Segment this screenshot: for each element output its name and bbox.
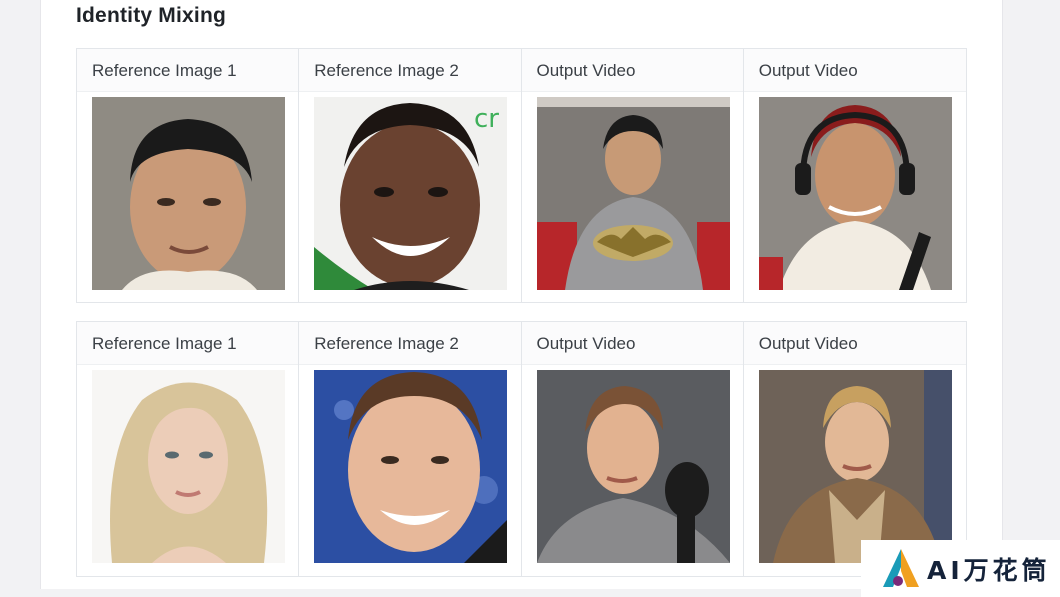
cell-label: Output Video [521, 322, 743, 365]
grid-cell: Reference Image 1 [77, 322, 300, 576]
reference-image[interactable] [92, 370, 285, 563]
output-video[interactable] [758, 370, 952, 563]
blonde-woman-portrait [92, 370, 285, 563]
man-portrait-gray-background [92, 97, 285, 290]
grid-cell: Output Video [743, 322, 966, 576]
watermark-logo-icon [883, 548, 919, 587]
grid-cell: Output Video [743, 49, 966, 302]
cell-label: Reference Image 1 [77, 49, 299, 92]
cell-label: Reference Image 2 [299, 49, 521, 92]
watermark: AI万花筒 [861, 540, 1060, 597]
output-video[interactable] [536, 370, 730, 563]
identity-grid-row-1: Reference Image 1 Reference Image 2 cr O… [76, 48, 967, 303]
reference-image[interactable]: cr [314, 97, 508, 290]
grid-cell: Output Video [521, 49, 744, 302]
man-in-costume-frame [758, 370, 952, 563]
reference-image[interactable] [314, 370, 508, 563]
reference-image[interactable] [92, 97, 285, 290]
cell-label: Reference Image 1 [77, 322, 299, 365]
grid-cell: Reference Image 2 cr [299, 49, 522, 302]
cell-label: Output Video [743, 49, 966, 92]
grid-cell: Output Video [521, 322, 744, 576]
smiling-man-portrait-white-background: cr [314, 97, 508, 290]
grid-cell: Reference Image 1 [77, 49, 300, 302]
output-video[interactable] [758, 97, 952, 290]
watermark-text: AI万花筒 [927, 555, 1051, 585]
identity-grid-row-2: Reference Image 1 Reference Image 2 Outp… [76, 321, 967, 577]
cell-label: Reference Image 2 [299, 322, 521, 365]
grid-cell: Reference Image 2 [299, 322, 522, 576]
cell-label: Output Video [521, 49, 743, 92]
output-video[interactable] [536, 97, 730, 290]
cell-label: Output Video [743, 322, 966, 365]
man-with-headphones-frame [758, 97, 952, 290]
man-with-microphone-frame [536, 370, 730, 563]
smiling-man-blue-background [314, 370, 508, 563]
man-in-batman-costume-frame [536, 97, 730, 290]
svg-text:cr: cr [474, 104, 499, 134]
section-title: Identity Mixing [76, 4, 226, 27]
